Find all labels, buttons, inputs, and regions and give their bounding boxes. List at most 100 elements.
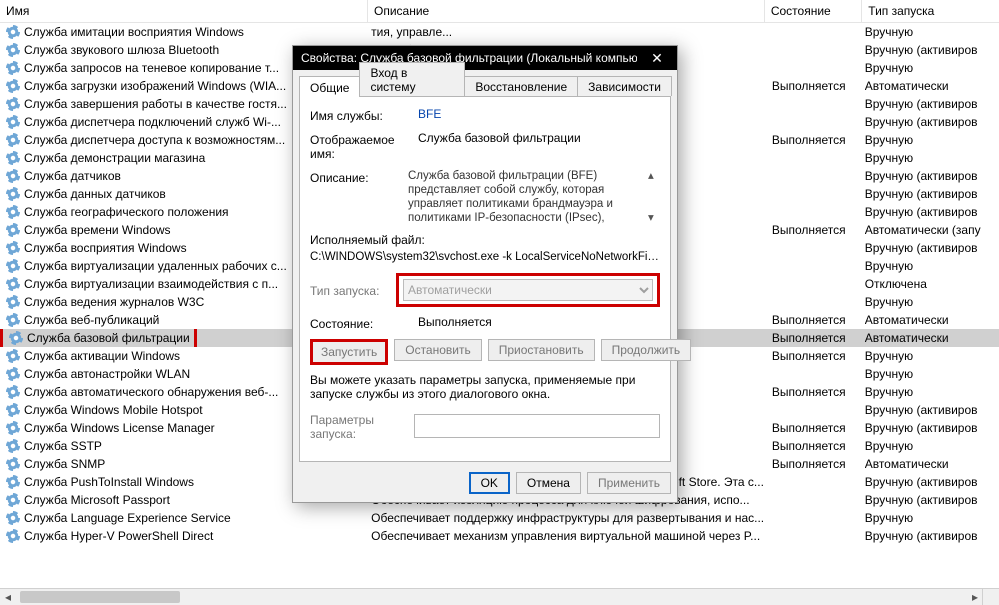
service-name-label: Служба автонастройки WLAN [24,365,190,383]
scroll-up-icon[interactable]: ▴ [648,169,660,183]
button-apply[interactable]: Применить [587,472,671,494]
service-name-label: Служба времени Windows [24,221,171,239]
service-name-label: Служба PushToInstall Windows [24,473,194,491]
service-name-label: Служба виртуализации взаимодействия с п.… [24,275,278,293]
table-row[interactable]: Служба Hyper-V PowerShell DirectОбеспечи… [0,527,999,545]
service-start-type-cell: Автоматически (запу [865,221,999,239]
gear-icon [6,133,20,147]
table-row[interactable]: Служба имитации восприятия Windowsтия, у… [0,23,999,41]
service-state-cell [772,95,865,113]
gear-icon [6,97,20,111]
scrollbar-thumb[interactable] [20,591,180,603]
select-start-type[interactable]: Автоматически [403,279,653,301]
button-ok[interactable]: OK [469,472,510,494]
column-header-name[interactable]: Имя [0,0,368,22]
service-state-cell: Выполняется [772,455,865,473]
gear-icon [6,223,20,237]
service-state-cell: Выполняется [772,437,865,455]
gear-icon [6,403,20,417]
gear-icon [6,241,20,255]
startup-params-hint: Вы можете указать параметры запуска, при… [310,373,660,401]
service-name-label: Служба веб-публикаций [24,311,159,329]
service-state-cell [772,257,865,275]
service-name-label: Служба демонстрации магазина [24,149,205,167]
tab-general[interactable]: Общие [299,76,360,97]
service-state-cell: Выполняется [772,383,865,401]
button-resume[interactable]: Продолжить [601,339,692,361]
highlight-start-type: Автоматически [396,273,660,307]
service-state-cell: Выполняется [772,419,865,437]
gear-icon [6,61,20,75]
service-start-type-cell: Отключена [865,275,999,293]
service-name-label: Служба географического положения [24,203,229,221]
services-columns-header: Имя Описание Состояние Тип запуска [0,0,999,23]
tab-recovery[interactable]: Восстановление [464,76,578,96]
close-icon[interactable]: ✕ [637,46,677,70]
gear-icon [6,349,20,363]
service-state-cell [772,527,865,545]
gear-icon [6,421,20,435]
tab-logon[interactable]: Вход в систему [359,62,465,96]
service-name-label: Служба SSTP [24,437,102,455]
service-start-type-cell: Вручную [865,383,999,401]
gear-icon [6,259,20,273]
column-header-desc[interactable]: Описание [368,0,765,22]
service-start-type-cell: Вручную (активиров [865,419,999,437]
gear-icon [6,205,20,219]
service-name-label: Служба Windows License Manager [24,419,215,437]
gear-icon [6,439,20,453]
scroll-right-icon[interactable]: ▸ [967,589,983,605]
column-header-state[interactable]: Состояние [765,0,862,22]
service-start-type-cell: Вручную [865,347,999,365]
service-name-cell[interactable]: Служба Language Experience Service [0,509,371,527]
horizontal-scrollbar[interactable]: ◂ ▸ [0,588,983,605]
service-state-cell [772,473,865,491]
gear-icon [6,277,20,291]
service-name-label: Служба SNMP [24,455,105,473]
service-start-type-cell: Вручную (активиров [865,167,999,185]
service-name-label: Служба загрузки изображений Windows (WIA… [24,77,286,95]
service-name-label: Служба восприятия Windows [24,239,187,257]
service-name-label: Служба диспетчера доступа к возможностям… [24,131,285,149]
button-start[interactable]: Запустить [310,339,388,365]
dialog-tabs: Общие Вход в систему Восстановление Зави… [299,74,671,97]
service-state-cell: Выполняется [772,221,865,239]
label-start-type: Тип запуска: [310,282,396,298]
service-name-cell[interactable]: Служба Hyper-V PowerShell Direct [0,527,371,545]
tab-dependencies[interactable]: Зависимости [577,76,672,96]
service-name-label: Служба Hyper-V PowerShell Direct [24,527,213,545]
service-name-label: Служба датчиков [24,167,121,185]
gear-icon [6,511,20,525]
button-stop[interactable]: Остановить [394,339,482,361]
service-start-type-cell: Автоматически [865,77,999,95]
label-service-name: Имя службы: [310,107,418,123]
service-state-cell [772,509,865,527]
value-description: Служба базовой фильтрации (BFE) представ… [408,169,660,225]
service-start-type-cell: Вручную (активиров [865,41,999,59]
service-start-type-cell: Вручную (активиров [865,113,999,131]
scroll-down-icon[interactable]: ▾ [648,211,660,225]
service-state-cell [772,59,865,77]
service-name-cell[interactable]: Служба имитации восприятия Windows [0,23,371,41]
label-params: Параметры запуска: [310,411,414,441]
column-header-start[interactable]: Тип запуска [862,0,999,22]
service-state-cell: Выполняется [772,347,865,365]
service-start-type-cell: Вручную (активиров [865,401,999,419]
service-state-cell [772,491,865,509]
scroll-left-icon[interactable]: ◂ [0,589,16,605]
button-cancel[interactable]: Отмена [516,472,581,494]
service-start-type-cell: Вручную (активиров [865,473,999,491]
dialog-titlebar[interactable]: Свойства: Служба базовой фильтрации (Лок… [293,46,677,70]
service-start-type-cell: Вручную (активиров [865,239,999,257]
gear-icon [6,43,20,57]
description-scrollbar[interactable]: ▴ ▾ [648,169,660,225]
service-start-type-cell: Вручную [865,149,999,167]
service-name-label: Служба автоматического обнаружения веб-.… [24,383,278,401]
service-start-type-cell: Вручную [865,59,999,77]
service-start-type-cell: Автоматически [865,329,999,347]
service-start-type-cell: Вручную [865,365,999,383]
table-row[interactable]: Служба Language Experience ServiceОбеспе… [0,509,999,527]
gear-icon [6,79,20,93]
input-params[interactable] [414,414,660,438]
button-pause[interactable]: Приостановить [488,339,595,361]
